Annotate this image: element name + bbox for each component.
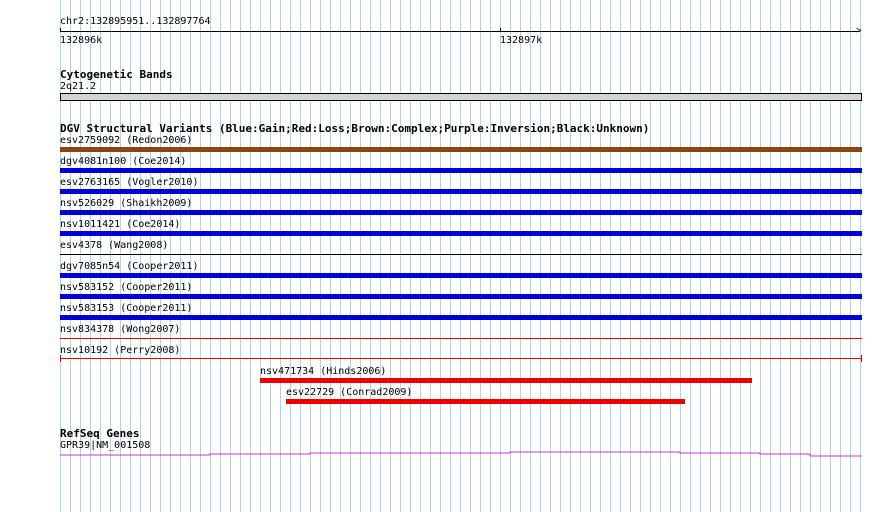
variant-label: nsv10192 (Perry2008) (60, 345, 181, 356)
variant-label: nsv583152 (Cooper2011) (60, 282, 193, 293)
variant-label: nsv526029 (Shaikh2009) (60, 198, 193, 209)
variant-label: dgv7085n54 (Cooper2011) (60, 261, 199, 272)
variant-label: nsv583153 (Cooper2011) (60, 303, 193, 314)
ruler-tick-label: 132897k (500, 35, 543, 46)
variant-bar-loss[interactable] (286, 399, 685, 404)
variant-bar-gain[interactable] (60, 294, 862, 299)
variant-bar-gain[interactable] (60, 168, 862, 173)
variant-bar-gain[interactable] (60, 189, 862, 194)
ruler-tick-label: 132896k (60, 35, 103, 46)
variant-label: esv22729 (Conrad2009) (286, 387, 413, 398)
variant-bar-loss[interactable] (260, 378, 752, 383)
variant-bar-gain[interactable] (60, 210, 862, 215)
ruler-tick (60, 28, 61, 32)
variant-end-tick (60, 355, 61, 362)
variant-end-tick (861, 355, 862, 362)
ruler-range: chr2:132895951..132897764 (60, 16, 211, 27)
cytoband-label: 2q21.2 (60, 81, 97, 92)
background-grid (60, 0, 862, 512)
variant-bar-gain[interactable] (60, 273, 862, 278)
variant-bar-complex[interactable] (60, 147, 862, 152)
gene-structure[interactable] (60, 450, 862, 460)
variant-bar-gain[interactable] (60, 315, 862, 320)
variant-label: nsv471734 (Hinds2006) (260, 366, 387, 377)
cytoband-bar[interactable] (60, 93, 862, 101)
variant-bar-unknown[interactable] (60, 254, 862, 255)
ruler-tick (500, 28, 501, 32)
variant-bar-loss[interactable] (60, 358, 862, 359)
ruler-line (60, 31, 860, 32)
variant-label: esv4378 (Wang2008) (60, 240, 169, 251)
variant-label: esv2763165 (Vogler2010) (60, 177, 199, 188)
variant-bar-gain[interactable] (60, 231, 862, 236)
variant-bar-loss[interactable] (60, 338, 862, 339)
dgv-track-title[interactable]: DGV Structural Variants (Blue:Gain;Red:L… (60, 122, 649, 135)
variant-label: nsv834378 (Wong2007) (60, 324, 181, 335)
refseq-track-title[interactable]: RefSeq Genes (60, 427, 139, 440)
variant-label: dgv4081n100 (Coe2014) (60, 156, 187, 167)
variant-label: esv2759092 (Redon2006) (60, 135, 193, 146)
cytoband-track-title[interactable]: Cytogenetic Bands (60, 68, 173, 81)
ruler-arrow-icon: > (856, 26, 862, 36)
variant-label: nsv1011421 (Coe2014) (60, 219, 181, 230)
